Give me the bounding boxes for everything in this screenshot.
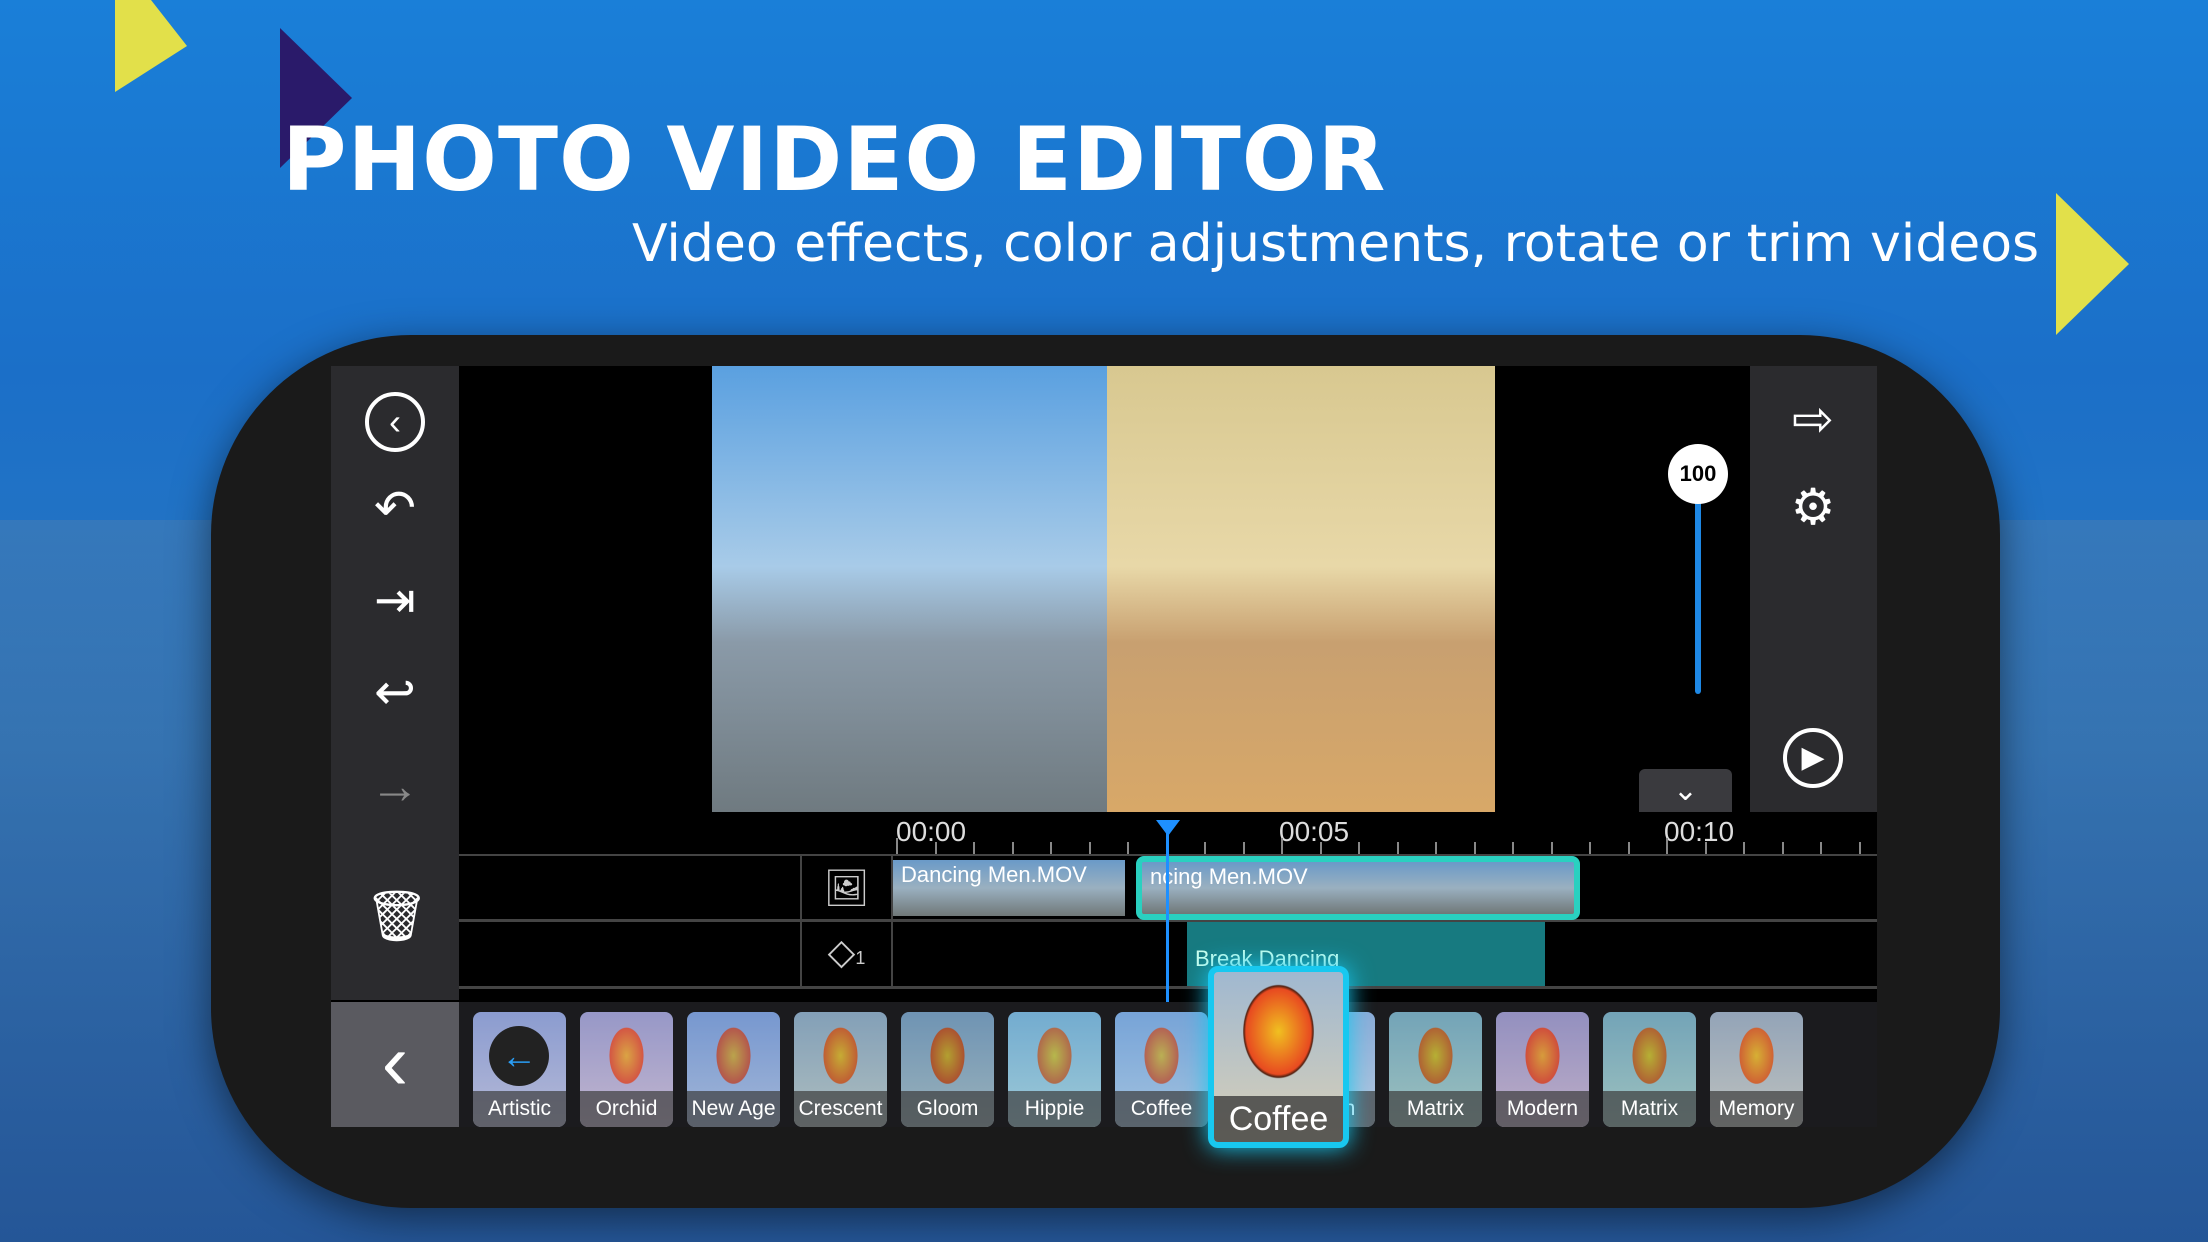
selected-filter-label: Coffee [1214, 1096, 1343, 1142]
layers-icon: ◇1 [800, 922, 893, 986]
ruler-tick [934, 842, 937, 854]
ruler-tick [1358, 842, 1360, 854]
media-icon: 🖼 [800, 856, 893, 919]
ruler-tick [1088, 842, 1091, 854]
settings-icon[interactable]: ⚙ [1780, 474, 1846, 540]
ruler-tick [1319, 842, 1322, 854]
ruler-tick [1858, 842, 1861, 854]
ruler-tick [1396, 842, 1399, 854]
video-preview[interactable] [712, 366, 1495, 812]
left-toolbar: ‹ ↶ ⇥ ↩ → 🗑 [331, 366, 459, 1000]
undo-icon[interactable]: ↶ [365, 478, 425, 538]
ruler-tick [1242, 842, 1245, 854]
filter-back-button[interactable]: ‹ [331, 1002, 459, 1127]
filter-thumbnail[interactable]: Gloom [901, 1012, 994, 1127]
time-label: 00:10 [1664, 816, 1735, 847]
filter-thumbnail[interactable]: Coffee [1115, 1012, 1208, 1127]
time-label: 00:05 [1279, 816, 1350, 847]
intensity-slider-knob[interactable]: 100 [1668, 444, 1728, 504]
filter-thumbnail[interactable]: Memory [1710, 1012, 1803, 1127]
reply-icon[interactable]: ↩ [365, 662, 425, 722]
editor-screen: ‹ ↶ ⇥ ↩ → 🗑 ‹ 100 ⌄ ⇨ ⚙ ▶ 00:00 00:05 00… [331, 366, 1877, 1127]
chevron-down-icon[interactable]: ⌄ [1639, 769, 1732, 812]
filter-thumbnail[interactable]: Crescent [794, 1012, 887, 1127]
filter-label: Hippie [1008, 1091, 1101, 1127]
filter-label: New Age [687, 1091, 780, 1127]
ruler-tick [1781, 842, 1784, 854]
ruler-tick [1127, 842, 1129, 854]
preview-original [712, 366, 1107, 812]
filter-label: Matrix [1603, 1091, 1696, 1127]
filter-thumbnail[interactable]: Matrix [1389, 1012, 1482, 1127]
ruler-tick [1820, 842, 1822, 854]
filter-label: Crescent [794, 1091, 887, 1127]
page-subtitle: Video effects, color adjustments, rotate… [632, 214, 2040, 274]
filter-label: Memory [1710, 1091, 1803, 1127]
play-icon[interactable]: ▶ [1783, 728, 1843, 788]
back-arrow-icon: ← [489, 1026, 549, 1086]
filter-label: Gloom [901, 1091, 994, 1127]
right-toolbar: ⇨ ⚙ ▶ [1750, 366, 1877, 812]
playhead[interactable] [1166, 826, 1169, 1006]
back-circle-icon[interactable]: ‹ [365, 392, 425, 452]
time-label: 00:00 [896, 816, 967, 847]
import-icon[interactable]: ⇥ [365, 570, 425, 630]
filter-label: Orchid [580, 1091, 673, 1127]
ruler-tick [1743, 842, 1745, 854]
filter-thumbnail[interactable]: Orchid [580, 1012, 673, 1127]
ruler-tick [1704, 842, 1707, 854]
filter-label: Artistic [473, 1091, 566, 1127]
ruler-tick [1627, 842, 1630, 854]
trash-icon[interactable]: 🗑 [365, 886, 428, 946]
ruler-tick [1473, 842, 1476, 854]
filter-thumbnail[interactable]: Hippie [1008, 1012, 1101, 1127]
ruler-tick [1589, 842, 1591, 854]
ruler-tick [1550, 842, 1553, 854]
filter-thumbnail[interactable]: Modern [1496, 1012, 1589, 1127]
filter-thumbnail[interactable]: New Age [687, 1012, 780, 1127]
ruler-tick [1011, 842, 1014, 854]
triangle-decoration [115, 0, 187, 92]
filter-label: Modern [1496, 1091, 1589, 1127]
layer-count: 1 [855, 948, 866, 968]
triangle-decoration [2056, 193, 2129, 335]
ruler-tick [896, 838, 898, 854]
export-icon[interactable]: ⇨ [1780, 386, 1846, 452]
page-title: PHOTO VIDEO EDITOR [282, 108, 1387, 211]
filter-label: Matrix [1389, 1091, 1482, 1127]
filter-strip: Artistic ← Orchid New Age Crescent Gloom Hippi… [459, 1002, 1877, 1127]
ruler-tick [1435, 842, 1437, 854]
selected-filter[interactable]: Coffee [1208, 966, 1349, 1148]
ruler-tick [1281, 838, 1283, 854]
ruler-tick [973, 842, 975, 854]
preview-filtered [1107, 366, 1495, 812]
video-clip[interactable]: Dancing Men.MOV [893, 860, 1125, 916]
ruler-tick [1512, 842, 1514, 854]
filter-thumbnail[interactable]: Matrix [1603, 1012, 1696, 1127]
redo-icon[interactable]: → [365, 756, 425, 816]
filter-thumbnail[interactable]: Artistic ← [473, 1012, 566, 1127]
ruler-tick [1050, 842, 1052, 854]
ruler-tick [1204, 842, 1206, 854]
filter-label: Coffee [1115, 1091, 1208, 1127]
video-clip-selected[interactable]: ncing Men.MOV [1136, 856, 1580, 920]
ruler-tick [1666, 838, 1668, 854]
